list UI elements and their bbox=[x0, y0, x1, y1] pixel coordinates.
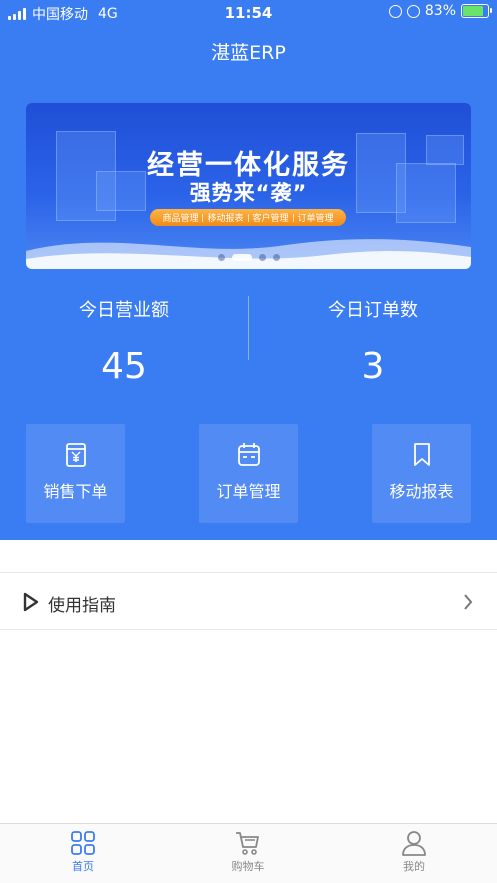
order-management-button[interactable]: 订单管理 bbox=[199, 424, 298, 523]
revenue-value: 45 bbox=[101, 346, 147, 387]
banner-subheadline: 强势来“袭” bbox=[189, 181, 308, 205]
tab-home-label: 首页 bbox=[72, 860, 94, 873]
banner-dot[interactable] bbox=[272, 254, 280, 261]
banner-feature: 移动报表 bbox=[207, 214, 244, 224]
cart-icon bbox=[236, 832, 259, 855]
bottom-tab-bar: 首页 购物车 我的 bbox=[0, 823, 497, 883]
banner-dot[interactable] bbox=[231, 254, 252, 261]
banner-dot[interactable] bbox=[258, 254, 266, 261]
user-icon bbox=[402, 831, 426, 856]
tab-profile[interactable]: 我的 bbox=[364, 830, 464, 874]
banner-pagination[interactable] bbox=[26, 254, 471, 261]
mobile-report-label: 移动报表 bbox=[389, 482, 454, 501]
sales-order-label: 销售下单 bbox=[43, 482, 108, 501]
alarm-icon bbox=[406, 4, 420, 18]
bookmark-icon bbox=[413, 443, 430, 466]
banner-feature-pill: 商品管理 移动报表 客户管理 订单管理 bbox=[150, 209, 346, 226]
yen-receipt-icon bbox=[65, 443, 86, 467]
battery-level bbox=[463, 6, 483, 16]
orientation-lock-icon bbox=[388, 4, 402, 18]
order-management-label: 订单管理 bbox=[216, 482, 281, 501]
revenue-label: 今日营业额 bbox=[79, 300, 169, 321]
promo-banner[interactable]: 经营一体化服务 强势来“袭” 商品管理 移动报表 客户管理 订单管理 bbox=[26, 103, 471, 269]
battery-icon bbox=[461, 4, 492, 18]
tab-profile-label: 我的 bbox=[403, 860, 425, 873]
tab-home[interactable]: 首页 bbox=[33, 830, 133, 874]
banner-dot[interactable] bbox=[217, 254, 225, 261]
play-icon bbox=[23, 592, 39, 612]
tab-cart[interactable]: 购物车 bbox=[198, 830, 298, 874]
battery-percent: 83% bbox=[424, 3, 456, 19]
calendar-icon bbox=[237, 443, 260, 466]
grid-icon bbox=[71, 831, 95, 855]
user-guide-row[interactable]: 使用指南 bbox=[0, 572, 497, 630]
status-bar: 中国移动 4G 11:54 83% bbox=[0, 0, 497, 26]
banner-feature: 商品管理 bbox=[162, 214, 199, 224]
chevron-right-icon bbox=[464, 594, 473, 610]
user-guide-label: 使用指南 bbox=[48, 596, 116, 616]
sales-order-button[interactable]: 销售下单 bbox=[26, 424, 125, 523]
revenue-stat: 今日营业额 45 bbox=[0, 296, 248, 387]
orders-label: 今日订单数 bbox=[328, 300, 418, 321]
banner-feature: 客户管理 bbox=[252, 214, 289, 224]
orders-value: 3 bbox=[361, 346, 385, 387]
hero-section: 中国移动 4G 11:54 83% 湛蓝ERP 经营一体化服务 强势来“袭” 商… bbox=[0, 0, 497, 540]
tab-cart-label: 购物车 bbox=[231, 860, 265, 873]
banner-feature: 订单管理 bbox=[297, 214, 334, 224]
banner-wave bbox=[26, 239, 471, 269]
app-title: 湛蓝ERP bbox=[211, 42, 286, 64]
orders-stat: 今日订单数 3 bbox=[249, 296, 497, 387]
mobile-report-button[interactable]: 移动报表 bbox=[372, 424, 471, 523]
